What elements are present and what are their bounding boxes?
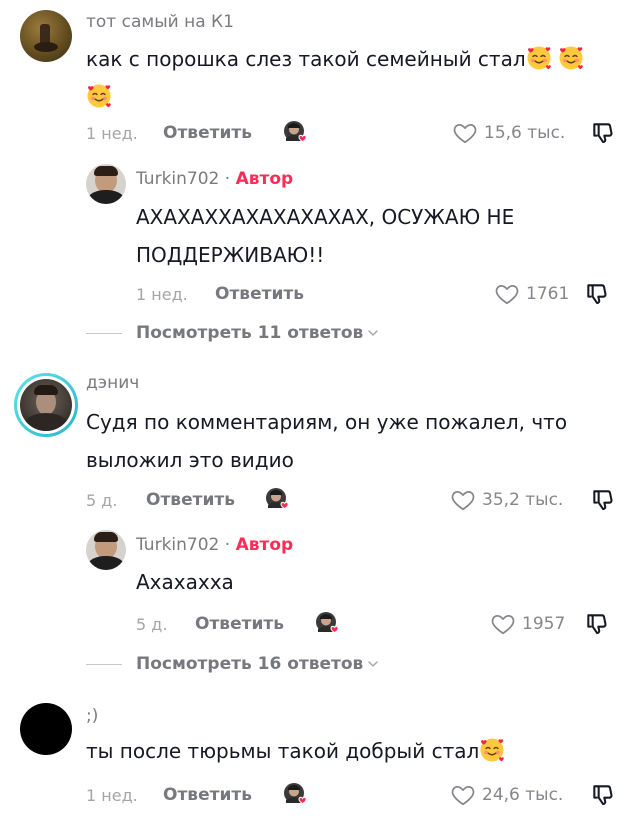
- comment-time: 1 нед.: [86, 786, 138, 805]
- view-replies-button[interactable]: Посмотреть 11 ответов: [86, 323, 379, 343]
- like-button[interactable]: 1957: [490, 611, 565, 637]
- comment-text: Судя по комментариям, он уже пожалел, чт…: [86, 403, 626, 479]
- reply-button[interactable]: Ответить: [146, 490, 235, 510]
- like-count: 15,6 тыс.: [484, 123, 566, 143]
- comment-username[interactable]: Turkin702 · Автор: [136, 535, 293, 555]
- heart-outline-icon: [450, 487, 476, 513]
- comment-username[interactable]: ;): [86, 706, 98, 726]
- comment-time: 1 нед.: [136, 285, 188, 304]
- comment-text-line-1: АХАХАХХАХАХАХАХАХ, ОСУЖАЮ НЕ: [136, 205, 515, 229]
- divider: [86, 663, 122, 665]
- comment-username[interactable]: дэнич: [86, 373, 139, 393]
- chevron-down-icon: [367, 327, 379, 339]
- heart-outline-icon: [452, 120, 478, 146]
- comment-text-content: ты после тюрьмы такой добрый стал: [86, 739, 480, 763]
- heart-outline-icon: [450, 782, 476, 808]
- dislike-icon[interactable]: [590, 782, 616, 808]
- comment-time: 5 д.: [86, 491, 118, 510]
- username-text: Turkin702: [136, 535, 220, 555]
- comment-time: 5 д.: [136, 615, 168, 634]
- like-count: 1957: [522, 614, 566, 634]
- creator-liked-icon: [315, 611, 341, 637]
- like-button[interactable]: 24,6 тыс.: [450, 782, 563, 808]
- comment-username[interactable]: Turkin702 · Автор: [136, 169, 293, 189]
- comment-text: ты после тюрьмы такой добрый стал: [86, 732, 626, 770]
- author-badge: Автор: [235, 535, 294, 555]
- like-count: 1761: [526, 284, 570, 304]
- like-button[interactable]: 1761: [494, 281, 569, 307]
- comment-text-line-1: Судя по комментариям, он уже пожалел, чт…: [86, 410, 568, 434]
- comment-username[interactable]: тот самый на К1: [86, 12, 234, 32]
- creator-liked-icon: [283, 782, 309, 808]
- smiling-face-with-hearts-emoji: [479, 737, 505, 763]
- view-replies-button[interactable]: Посмотреть 16 ответов: [86, 654, 379, 674]
- avatar[interactable]: [20, 10, 72, 62]
- avatar[interactable]: [20, 703, 72, 755]
- dislike-icon[interactable]: [590, 120, 616, 146]
- view-replies-label: Посмотреть 16 ответов: [136, 654, 364, 674]
- chevron-down-icon: [367, 658, 379, 670]
- dislike-icon[interactable]: [584, 281, 610, 307]
- separator-dot: ·: [224, 169, 231, 189]
- comment-text: как с порошка слез такой семейный стал: [86, 40, 626, 116]
- creator-liked-icon: [283, 120, 309, 146]
- like-count: 35,2 тыс.: [482, 490, 564, 510]
- username-text: Turkin702: [136, 169, 220, 189]
- divider: [86, 332, 122, 334]
- separator-dot: ·: [224, 535, 231, 555]
- comment-text: АХАХАХХАХАХАХАХАХ, ОСУЖАЮ НЕ ПОДДЕРЖИВАЮ…: [136, 198, 616, 274]
- author-badge: Автор: [235, 169, 294, 189]
- smiling-face-with-hearts-emoji: [86, 83, 112, 109]
- like-count: 24,6 тыс.: [482, 785, 564, 805]
- smiling-face-with-hearts-emoji: [558, 45, 584, 71]
- comment-time: 1 нед.: [86, 124, 138, 143]
- comment-text-content: как с порошка слез такой семейный стал: [86, 47, 526, 71]
- dislike-icon[interactable]: [584, 611, 610, 637]
- reply-button[interactable]: Ответить: [195, 614, 284, 634]
- comment-text: Ахахахха: [136, 570, 234, 594]
- creator-liked-icon: [265, 487, 291, 513]
- avatar[interactable]: [14, 373, 78, 437]
- dislike-icon[interactable]: [590, 487, 616, 513]
- smiling-face-with-hearts-emoji: [526, 45, 552, 71]
- heart-outline-icon: [494, 281, 520, 307]
- avatar[interactable]: [86, 164, 126, 204]
- like-button[interactable]: 35,2 тыс.: [450, 487, 563, 513]
- comment-text-line-2: выложил это видио: [86, 448, 294, 472]
- avatar[interactable]: [86, 530, 126, 570]
- view-replies-label: Посмотреть 11 ответов: [136, 323, 364, 343]
- like-button[interactable]: 15,6 тыс.: [452, 120, 565, 146]
- reply-button[interactable]: Ответить: [215, 284, 304, 304]
- heart-outline-icon: [490, 611, 516, 637]
- comment-text-line-2: ПОДДЕРЖИВАЮ!!: [136, 243, 325, 267]
- reply-button[interactable]: Ответить: [163, 123, 252, 143]
- reply-button[interactable]: Ответить: [163, 785, 252, 805]
